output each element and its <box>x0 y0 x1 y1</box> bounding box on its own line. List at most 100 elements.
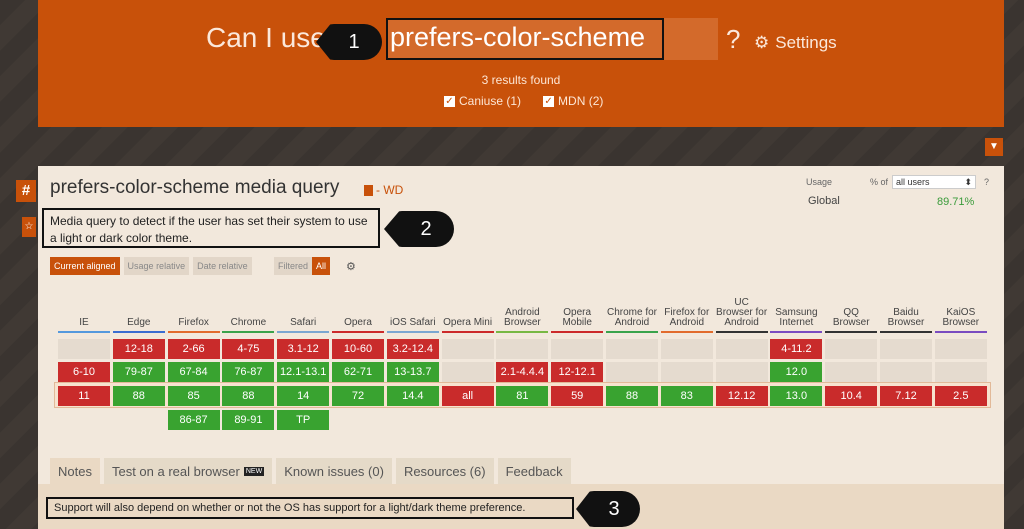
browser-name: Opera <box>344 317 372 328</box>
empty-cell <box>606 339 658 359</box>
tab-feedback[interactable]: Feedback <box>497 458 571 484</box>
supported-version-cell[interactable]: 81 <box>496 386 549 406</box>
view-usage-relative[interactable]: Usage relative <box>123 257 190 275</box>
empty-cell <box>880 362 932 382</box>
unsupported-version-cell[interactable]: 10.4 <box>825 386 878 406</box>
browser-header: QQ Browser <box>825 286 878 333</box>
supported-version-cell[interactable]: 79-87 <box>112 362 165 382</box>
browser-color-bar <box>496 331 549 333</box>
browser-color-bar <box>58 331 110 333</box>
settings-button[interactable]: ⚙ Settings <box>754 33 837 53</box>
tab-test-browser[interactable]: Test on a real browser NEW <box>103 458 273 484</box>
browser-name: Chrome <box>230 317 267 328</box>
browser-color-bar <box>112 331 165 333</box>
star-icon[interactable]: ☆ <box>22 217 36 237</box>
usage-select[interactable]: all users ⬍ <box>892 175 976 189</box>
unsupported-version-cell[interactable]: 3.1-12 <box>277 339 330 359</box>
browser-name: Safari <box>290 317 317 328</box>
browser-header: Chrome for Android <box>606 286 658 333</box>
all-button[interactable]: All <box>312 257 331 275</box>
unsupported-version-cell[interactable]: 12.12 <box>715 386 768 406</box>
filter-toggle-icon[interactable]: ▼ <box>985 138 1003 156</box>
settings-label: Settings <box>775 33 837 52</box>
tab-known-issues[interactable]: Known issues (0) <box>276 458 392 484</box>
supported-version-cell[interactable]: 13.0 <box>770 386 823 406</box>
browser-color-bar <box>441 331 494 333</box>
unsupported-version-cell[interactable]: 12-18 <box>112 339 165 359</box>
browser-header: Edge <box>112 286 165 333</box>
browser-header: Firefox for Android <box>660 286 713 333</box>
browser-header: Opera <box>332 286 384 333</box>
browser-color-bar <box>386 331 439 333</box>
unsupported-version-cell[interactable]: 4-11.2 <box>770 339 823 359</box>
new-badge: NEW <box>243 466 265 476</box>
unsupported-version-cell[interactable]: 10-60 <box>332 339 384 359</box>
search-input[interactable]: prefers-color-scheme <box>386 18 718 60</box>
browser-color-bar <box>880 331 932 333</box>
global-label: Global <box>808 195 840 207</box>
supported-version-cell[interactable]: 72 <box>332 386 384 406</box>
unsupported-version-cell[interactable]: 2.1-4.4.4 <box>496 362 549 382</box>
feature-description: Media query to detect if the user has se… <box>42 208 380 248</box>
unsupported-version-cell[interactable]: 6-10 <box>58 362 110 382</box>
usage-select-value: all users <box>896 177 930 187</box>
empty-cell <box>825 362 878 382</box>
supported-version-cell[interactable]: 76-87 <box>222 362 275 382</box>
filtered-button[interactable]: Filtered <box>274 257 313 275</box>
spec-status[interactable]: - WD <box>364 183 403 197</box>
browser-color-bar <box>167 331 220 333</box>
tab-label: Notes <box>58 463 92 479</box>
supported-version-cell[interactable]: 88 <box>222 386 275 406</box>
browser-header: Samsung Internet <box>770 286 823 333</box>
unsupported-version-cell[interactable]: all <box>441 386 494 406</box>
filter-caniuse[interactable]: ✓ Caniuse (1) <box>444 94 521 108</box>
unsupported-version-cell[interactable]: 2-66 <box>167 339 220 359</box>
browser-header: Baidu Browser <box>880 286 932 333</box>
supported-version-cell[interactable]: 67-84 <box>167 362 220 382</box>
supported-version-cell[interactable]: 62-71 <box>332 362 384 382</box>
supported-version-cell[interactable]: 88 <box>606 386 658 406</box>
supported-version-cell[interactable]: 85 <box>167 386 220 406</box>
unsupported-version-cell[interactable]: 11 <box>58 386 110 406</box>
view-current-aligned[interactable]: Current aligned <box>50 257 120 275</box>
unsupported-version-cell[interactable]: 7.12 <box>880 386 932 406</box>
supported-version-cell[interactable]: 88 <box>112 386 165 406</box>
browser-header: KaiOS Browser <box>934 286 987 333</box>
browser-color-bar <box>332 331 384 333</box>
supported-version-cell[interactable]: 89-91 <box>222 410 275 430</box>
tab-resources[interactable]: Resources (6) <box>395 458 494 484</box>
callout-number: 1 <box>348 30 360 53</box>
unsupported-version-cell[interactable]: 4-75 <box>222 339 275 359</box>
supported-version-cell[interactable]: 13-13.7 <box>386 362 439 382</box>
browser-name: Firefox <box>178 317 209 328</box>
unsupported-version-cell[interactable]: 12-12.1 <box>551 362 604 382</box>
supported-version-cell[interactable]: 12.1-13.1 <box>277 362 330 382</box>
view-date-relative[interactable]: Date relative <box>193 257 252 275</box>
browser-name: Baidu Browser <box>887 307 925 328</box>
supported-version-cell[interactable]: 12.0 <box>770 362 823 382</box>
supported-version-cell[interactable]: 14 <box>277 386 330 406</box>
browser-name: UC Browser for Android <box>716 297 768 328</box>
unsupported-version-cell[interactable]: 3.2-12.4 <box>386 339 439 359</box>
empty-cell <box>660 339 713 359</box>
supported-version-cell[interactable]: 14.4 <box>386 386 439 406</box>
supported-version-cell[interactable]: TP <box>277 410 330 430</box>
unsupported-version-cell[interactable]: 59 <box>551 386 604 406</box>
filter-mdn[interactable]: ✓ MDN (2) <box>543 94 603 108</box>
supported-version-cell[interactable]: 83 <box>660 386 713 406</box>
browser-name: Android Browser <box>504 307 541 328</box>
gear-icon[interactable]: ⚙ <box>346 260 356 273</box>
filter-label: MDN (2) <box>558 94 604 108</box>
usage-help-icon[interactable]: ? <box>984 177 989 187</box>
tab-notes[interactable]: Notes <box>50 458 100 484</box>
browser-color-bar <box>277 331 330 333</box>
highlight-box-1 <box>386 18 664 60</box>
empty-cell <box>715 362 768 382</box>
hash-link-icon[interactable]: # <box>16 180 36 202</box>
unsupported-version-cell[interactable]: 2.5 <box>934 386 987 406</box>
supported-version-cell[interactable]: 86-87 <box>167 410 220 430</box>
browser-header: Chrome <box>222 286 275 333</box>
browser-name: Chrome for Android <box>606 307 657 328</box>
browser-header: iOS Safari <box>386 286 439 333</box>
empty-cell <box>496 339 549 359</box>
